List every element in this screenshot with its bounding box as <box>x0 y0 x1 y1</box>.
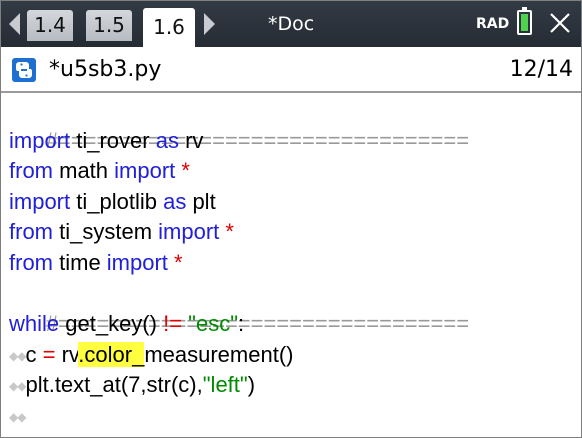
operator: != <box>163 311 183 337</box>
identifier: ) <box>247 372 256 398</box>
keyword: import <box>106 249 168 275</box>
code-editor[interactable]: #================================ import… <box>9 95 575 432</box>
operator: * <box>219 219 234 245</box>
code-line[interactable]: ◆◆ <box>9 401 575 432</box>
operator: = <box>42 341 56 367</box>
search-highlight: .color_ <box>78 341 145 367</box>
keyword: import <box>114 158 176 184</box>
code-line[interactable]: from math import * <box>9 156 575 187</box>
code-line[interactable]: #================================ <box>9 279 575 336</box>
battery-icon <box>517 7 532 35</box>
keyword: while <box>9 311 60 337</box>
identifier: rv <box>178 127 204 153</box>
keyword: from <box>9 219 53 245</box>
string-literal: "esc" <box>188 311 239 337</box>
keyword: as <box>155 127 179 153</box>
indent-marker: ◆◆ <box>9 409 26 424</box>
file-header: *u5sb3.py 12/14 <box>1 51 581 89</box>
keyword: from <box>9 158 53 184</box>
keyword: import <box>158 219 220 245</box>
identifier: c <box>25 341 43 367</box>
identifier: time <box>53 249 107 275</box>
identifier: get_key() <box>59 311 164 337</box>
angle-mode-indicator: RAD <box>476 16 510 32</box>
tab-1-5[interactable]: 1.5 <box>86 10 132 41</box>
string-literal: "left" <box>202 372 248 398</box>
code-line[interactable]: ◆◆plt.text_at(7,str(c),"left") <box>9 370 575 401</box>
file-name: *u5sb3.py <box>49 57 162 82</box>
keyword: import <box>9 188 71 214</box>
header-divider <box>1 91 581 93</box>
indent-marker: ◆◆ <box>9 379 26 394</box>
document-title: *Doc <box>268 13 315 35</box>
identifier: ti_rover <box>70 127 156 153</box>
identifier: rv <box>55 341 79 367</box>
identifier: math <box>53 158 115 184</box>
close-icon[interactable] <box>549 12 571 34</box>
identifier: ti_plotlib <box>70 188 164 214</box>
chevron-right-icon[interactable] <box>204 13 215 35</box>
tab-1-4[interactable]: 1.4 <box>27 10 73 41</box>
battery-level <box>521 14 528 31</box>
chevron-left-icon[interactable] <box>9 13 20 35</box>
code-line[interactable]: ◆◆c = rv.color_measurement() <box>9 340 575 371</box>
identifier: : <box>238 311 245 337</box>
keyword: as <box>163 188 187 214</box>
identifier: plt <box>186 188 216 214</box>
keyword: import <box>9 127 71 153</box>
identifier: measurement() <box>144 341 294 367</box>
operator: * <box>167 249 183 275</box>
code-line[interactable]: import ti_plotlib as plt <box>9 187 575 218</box>
operator: * <box>175 158 190 184</box>
indent-marker: ◆◆ <box>9 348 26 363</box>
code-line[interactable]: from time import * <box>9 248 575 279</box>
calculator-screen: 1.4 1.5 1.6 *Doc RAD *u5sb3.py 12/14 #==… <box>0 0 582 438</box>
identifier: plt.text_at(7,str(c), <box>25 372 203 398</box>
tab-1-6-active[interactable]: 1.6 <box>143 8 195 47</box>
code-line[interactable]: #================================ <box>9 95 575 153</box>
python-file-icon <box>12 58 36 82</box>
code-line[interactable]: from ti_system import * <box>9 217 575 248</box>
identifier: ti_system <box>53 219 159 245</box>
line-position: 12/14 <box>509 57 573 82</box>
page-tab-bar: 1.4 1.5 1.6 *Doc RAD <box>1 1 581 47</box>
keyword: from <box>9 249 53 275</box>
